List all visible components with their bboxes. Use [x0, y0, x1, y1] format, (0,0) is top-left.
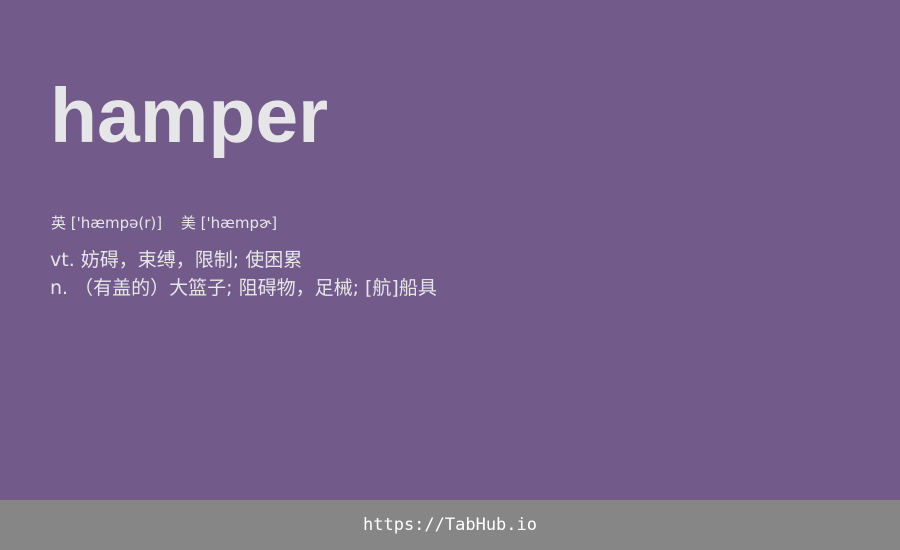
- definition-noun: n. （有盖的）大篮子; 阻碍物，足械; [航]船具: [50, 277, 437, 299]
- phonetic-uk: 英 ['hæmpə(r)]: [51, 214, 163, 232]
- footer-bar: https://TabHub.io: [0, 500, 900, 550]
- phonetic-us: 美 ['hæmpɚ]: [180, 214, 278, 232]
- tabhub-link[interactable]: https://TabHub.io: [363, 515, 537, 535]
- word-card: hamper 英 ['hæmpə(r)] 美 ['hæmpɚ] vt. 妨碍，束…: [0, 0, 900, 550]
- definitions: vt. 妨碍，束缚，限制; 使困累 n. （有盖的）大篮子; 阻碍物，足械; […: [50, 246, 437, 302]
- definition-verb: vt. 妨碍，束缚，限制; 使困累: [50, 249, 303, 271]
- headword: hamper: [50, 73, 329, 159]
- phonetics: 英 ['hæmpə(r)] 美 ['hæmpɚ]: [51, 212, 291, 234]
